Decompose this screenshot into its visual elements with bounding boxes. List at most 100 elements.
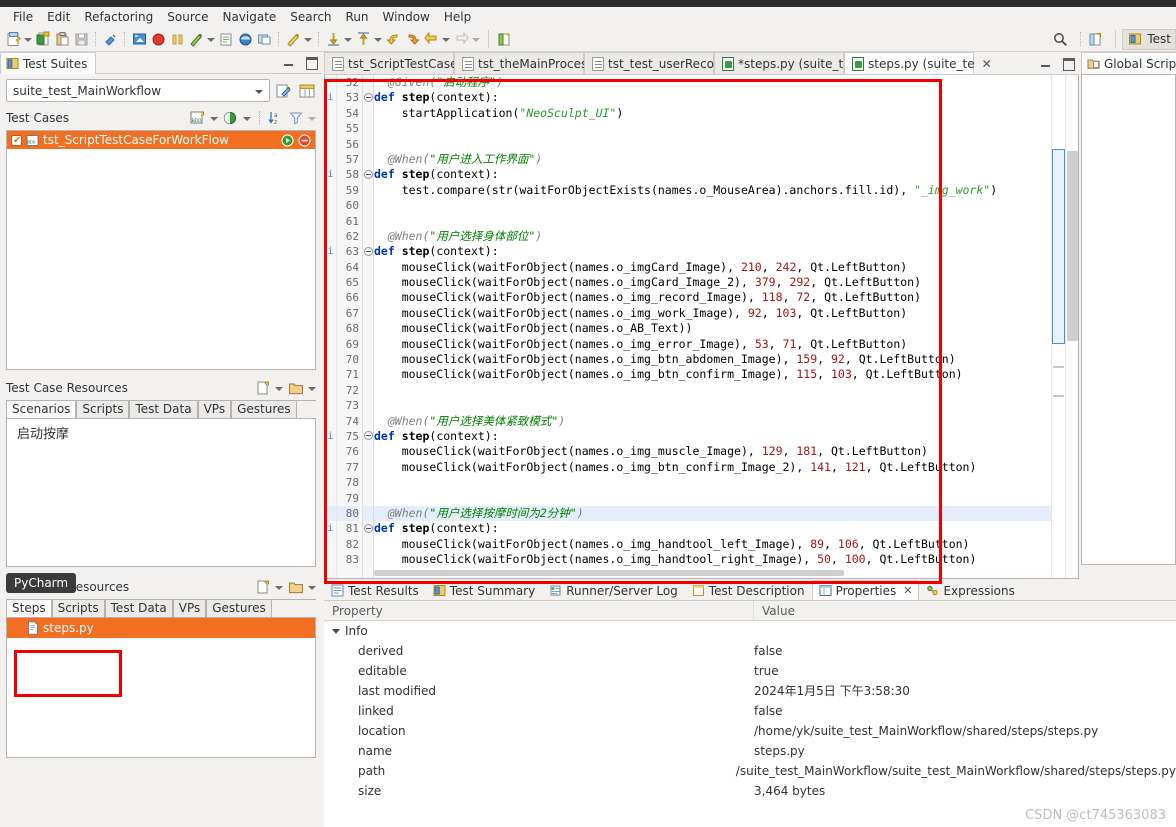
code-line[interactable] [374, 491, 1051, 506]
menu-item-help[interactable]: Help [437, 8, 478, 27]
menu-item-run[interactable]: Run [339, 8, 376, 27]
stop-test-icon[interactable] [298, 134, 311, 147]
maximize-editor-button[interactable] [1061, 56, 1075, 71]
editor-overview-ruler[interactable] [1051, 75, 1065, 578]
property-row[interactable]: size 3,464 bytes [324, 781, 1176, 801]
editor-tab-3[interactable]: *steps.py (suite_t [714, 52, 844, 74]
tab-tcr-scenarios[interactable]: Scenarios [6, 400, 77, 418]
search-button[interactable] [1051, 28, 1070, 50]
new-folder-dropdown[interactable] [307, 579, 316, 595]
test-case-checkbox[interactable]: ✔ [11, 134, 22, 146]
properties-table[interactable]: Property Value Info derived false editable t… [324, 601, 1176, 827]
editor-folding-gutter[interactable] [363, 75, 374, 578]
tab-global-scripts[interactable]: Global Scripts [1081, 52, 1176, 74]
navigate-back-dropdown[interactable] [441, 31, 450, 47]
fold-marker[interactable] [363, 167, 373, 182]
menu-item-refactoring[interactable]: Refactoring [77, 8, 160, 27]
code-line[interactable]: mouseClick(waitForObject(names.o_img_btn… [374, 352, 1051, 367]
new-file-dropdown[interactable] [274, 579, 283, 595]
new-bdd-dropdown[interactable] [209, 110, 218, 126]
edit-suite-button[interactable] [275, 82, 293, 100]
bottom-tab-properties[interactable]: Properties ✕ [811, 580, 920, 600]
code-line[interactable] [374, 121, 1051, 136]
editor-vertical-scrollbar[interactable] [1065, 75, 1078, 578]
new-file-button[interactable] [254, 578, 272, 596]
new-document-button[interactable] [4, 28, 23, 50]
bottom-tab-runner-server-log[interactable]: Runner/Server Log [542, 580, 685, 600]
new-test-case-button[interactable] [222, 109, 240, 127]
code-line[interactable]: mouseClick(waitForObject(names.o_img_rec… [374, 290, 1051, 305]
property-row[interactable]: name steps.py [324, 741, 1176, 761]
paste-test-case-button[interactable] [53, 28, 72, 50]
code-line[interactable]: @Given("启动程序") [374, 75, 1051, 90]
tab-tcr-gestures[interactable]: Gestures [231, 400, 297, 418]
steps-list[interactable]: steps.py [6, 618, 316, 758]
code-line[interactable]: mouseClick(waitForObject(names.o_img_han… [374, 552, 1051, 567]
menu-item-search[interactable]: Search [283, 8, 338, 27]
code-editor[interactable]: iiiii 52 53 54 55 56 57 58 59 60 61 62 63 64 65 66 67 68… [324, 75, 1079, 579]
pause-button[interactable] [168, 28, 187, 50]
save-button[interactable] [72, 28, 91, 50]
property-row[interactable]: linked false [324, 701, 1176, 721]
maximize-panel-button[interactable] [304, 55, 318, 70]
new-folder-dropdown[interactable] [307, 380, 316, 396]
perspective-tab-test[interactable]: Test [1122, 28, 1176, 50]
step-out-button[interactable] [354, 28, 373, 50]
code-line[interactable]: def step(context): [374, 521, 1051, 536]
navigate-back-button[interactable] [422, 28, 441, 50]
editor-tab-2[interactable]: tst_test_userRecor [584, 52, 719, 74]
code-line[interactable]: def step(context): [374, 90, 1051, 105]
code-line[interactable]: test.compare(str(waitForObjectExists(nam… [374, 183, 1051, 198]
tab-tcr-test-data[interactable]: Test Data [129, 400, 198, 418]
property-row[interactable]: last modified 2024年1月5日 下午3:58:30 [324, 681, 1176, 701]
spy-button[interactable] [217, 28, 236, 50]
new-test-case-dropdown[interactable] [242, 110, 251, 126]
code-line[interactable] [374, 475, 1051, 490]
eraser-button[interactable] [101, 28, 120, 50]
menu-item-edit[interactable]: Edit [40, 8, 77, 27]
chevron-down-icon[interactable] [332, 629, 340, 634]
menu-item-window[interactable]: Window [376, 8, 437, 27]
tab-tsr-steps[interactable]: Steps [6, 599, 52, 617]
step-into-button[interactable] [324, 28, 343, 50]
code-line[interactable]: def step(context): [374, 167, 1051, 182]
run-dropdown[interactable] [303, 31, 312, 47]
bottom-tab-test-description[interactable]: Test Description [685, 580, 812, 600]
new-file-dropdown[interactable] [274, 380, 283, 396]
tab-tsr-test-data[interactable]: Test Data [104, 599, 173, 617]
bottom-tab-test-results[interactable]: Test Results [324, 580, 426, 600]
editor-tab-0[interactable]: tst_ScriptTestCase [324, 52, 457, 74]
code-line[interactable]: mouseClick(waitForObject(names.o_img_btn… [374, 460, 1051, 475]
code-line[interactable]: def step(context): [374, 429, 1051, 444]
fold-marker[interactable] [363, 429, 373, 444]
filter-button[interactable] [287, 109, 305, 127]
code-line[interactable] [374, 383, 1051, 398]
minimize-panel-button[interactable] [282, 55, 296, 69]
code-line[interactable] [374, 198, 1051, 213]
code-line[interactable]: @When("用户选择美体紧致模式") [374, 414, 1051, 429]
open-perspective-button[interactable] [1086, 28, 1105, 50]
tab-tsr-vps[interactable]: VPs [172, 599, 207, 617]
code-line[interactable] [374, 137, 1051, 152]
record-screen-button[interactable] [130, 28, 149, 50]
tab-tsr-scripts[interactable]: Scripts [51, 599, 105, 617]
code-line[interactable]: @When("用户进入工作界面") [374, 152, 1051, 167]
fold-marker[interactable] [363, 90, 373, 105]
new-file-button[interactable] [254, 379, 272, 397]
tab-test-suites[interactable]: Test Suites [0, 52, 97, 74]
property-row[interactable]: path/suite_test_MainWorkflow/suite_test_… [324, 761, 1176, 781]
new-document-dropdown[interactable] [23, 31, 32, 47]
menu-item-navigate[interactable]: Navigate [215, 8, 283, 27]
property-row[interactable]: editable true [324, 661, 1176, 681]
list-item-steps-file[interactable]: steps.py [7, 618, 315, 638]
editor-horizontal-scrollbar[interactable] [374, 569, 1050, 578]
code-line[interactable]: def step(context): [374, 244, 1051, 259]
code-line[interactable]: mouseClick(waitForObject(names.o_img_mus… [374, 444, 1051, 459]
property-row[interactable]: location/home/yk/suite_test_MainWorkflow… [324, 721, 1176, 741]
tab-tsr-gestures[interactable]: Gestures [206, 599, 272, 617]
code-line[interactable]: mouseClick(waitForObject(names.o_img_wor… [374, 306, 1051, 321]
open-test-case-button[interactable] [34, 28, 53, 50]
pick-object-button[interactable] [187, 28, 206, 50]
editor-tab-4[interactable]: steps.py (suite_te ✕ [844, 52, 992, 74]
window-button[interactable] [255, 28, 274, 50]
